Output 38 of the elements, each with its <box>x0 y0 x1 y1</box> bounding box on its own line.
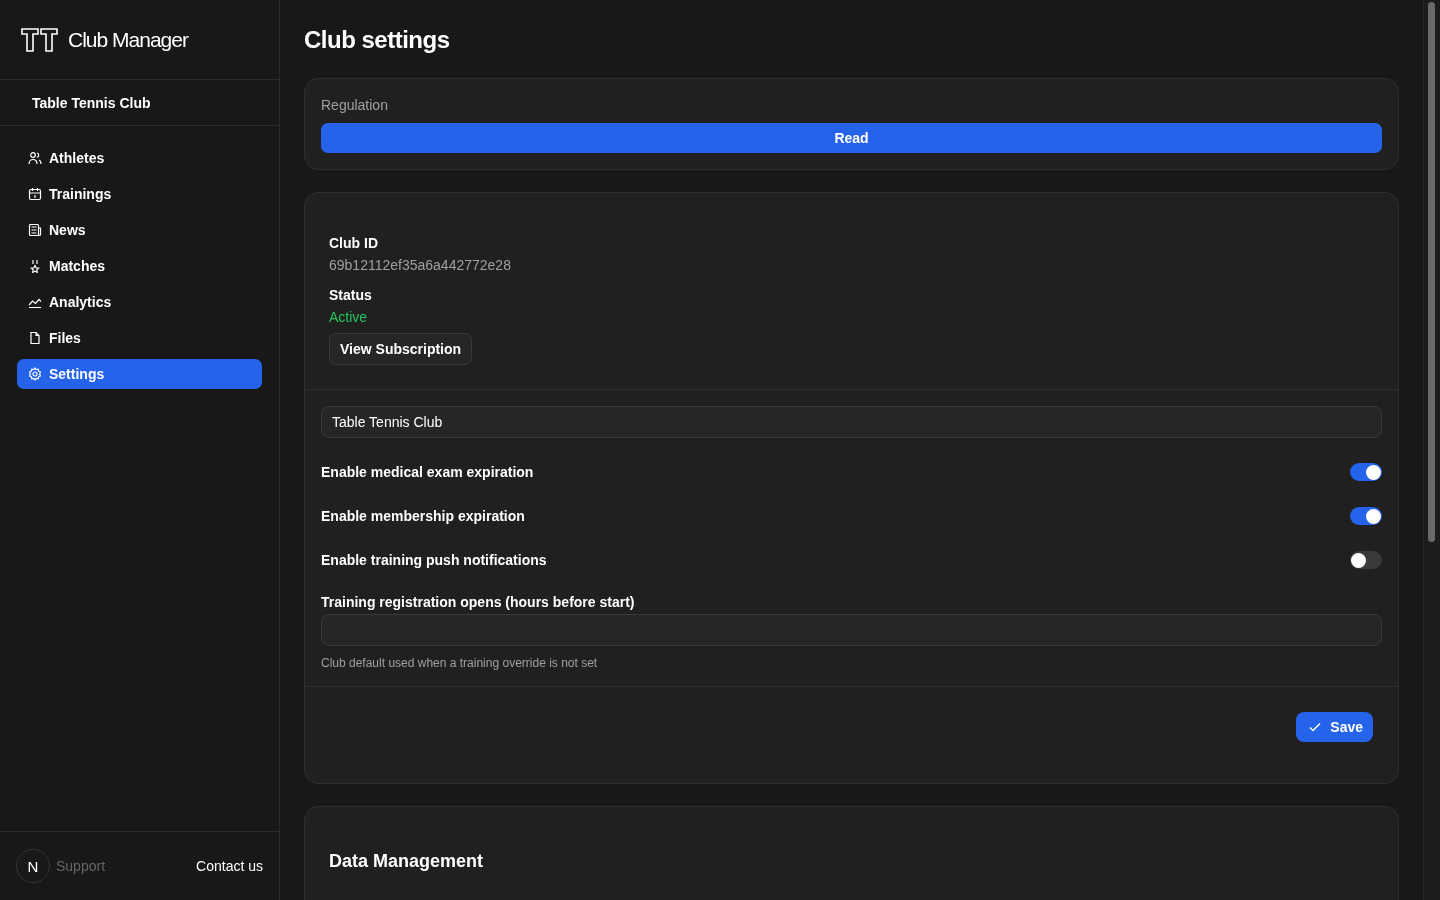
newspaper-icon <box>28 223 42 237</box>
sidebar-item[interactable]: Trainings <box>17 179 262 209</box>
field-label: Club ID <box>329 235 378 251</box>
club-name-field[interactable]: Table Tennis Club <box>321 406 1382 438</box>
settings-icon <box>28 367 42 381</box>
page-title: Club settings <box>304 26 451 54</box>
check-icon <box>1308 720 1323 734</box>
toggle-switch[interactable] <box>1350 463 1382 481</box>
sidebar-item[interactable]: Files <box>17 323 262 353</box>
read-button[interactable]: Read <box>321 123 1382 153</box>
sidebar-item[interactable]: Athletes <box>17 143 262 173</box>
scrollbar[interactable] <box>1423 0 1440 900</box>
medal-icon <box>28 259 42 273</box>
toggle-label: Enable training push notifications <box>321 552 547 568</box>
sidebar-item[interactable]: Settings <box>17 359 262 389</box>
file-icon <box>28 331 42 345</box>
calendar-icon <box>28 187 42 201</box>
toggle-label: Enable medical exam expiration <box>321 464 534 480</box>
status-value: Active <box>329 309 368 325</box>
club-name: Table Tennis Club <box>0 80 279 126</box>
logo-icon <box>20 25 60 54</box>
section-title: Data Management <box>329 851 485 872</box>
field-value: 69b12112ef35a6a442772e28 <box>329 257 511 273</box>
sidebar-item[interactable]: News <box>17 215 262 245</box>
contact-link[interactable]: Contact us <box>196 858 263 874</box>
regulation-label: Regulation <box>321 97 389 113</box>
toggle-label: Enable membership expiration <box>321 508 525 524</box>
brand-name: Club Manager <box>68 27 188 52</box>
save-button[interactable]: Save <box>1296 712 1373 742</box>
field-hint: Club default used when a training override is not set <box>321 656 599 670</box>
toggle-switch[interactable] <box>1350 507 1382 525</box>
people-icon <box>28 151 42 165</box>
toggle-switch[interactable] <box>1350 551 1382 569</box>
sidebar-item[interactable]: Analytics <box>17 287 262 317</box>
view-subscription-button[interactable]: View Subscription <box>329 333 473 365</box>
field-label: Status <box>329 287 372 303</box>
sidebar-item[interactable]: Matches <box>17 251 262 281</box>
field-label: Training registration opens (hours before start) <box>321 594 636 610</box>
